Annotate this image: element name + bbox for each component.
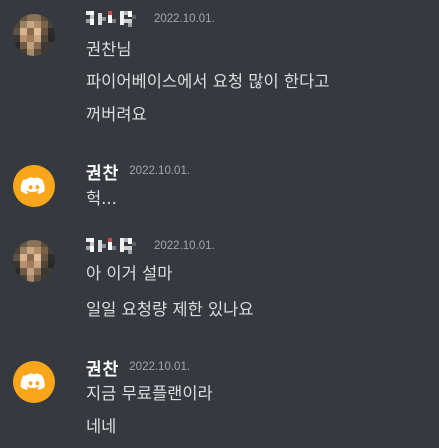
chat-message-list: 2022.10.01. 권찬님 파이어베이스에서 요청 많이 한다고 꺼버려요 … xyxy=(0,0,439,448)
message-text: 권찬님 xyxy=(86,40,132,59)
username-mosaic[interactable] xyxy=(86,9,144,29)
timestamp: 2022.10.01. xyxy=(154,13,215,25)
message-header: 2022.10.01. xyxy=(86,8,215,30)
mosaic-avatar[interactable] xyxy=(13,240,55,282)
discord-logo-avatar[interactable] xyxy=(13,165,55,207)
username-mosaic[interactable] xyxy=(86,236,144,256)
discord-logo-icon xyxy=(20,373,45,390)
message-text: 아 이거 설마 xyxy=(86,264,173,283)
timestamp: 2022.10.01. xyxy=(154,240,215,252)
message-header: 권찬 2022.10.01. xyxy=(86,355,191,380)
discord-logo-avatar[interactable] xyxy=(13,361,55,403)
message-text: 네네 xyxy=(86,417,117,436)
discord-logo-icon xyxy=(20,177,45,194)
message-text: 지금 무료플랜이라 xyxy=(86,384,213,403)
username[interactable]: 권찬 xyxy=(86,355,119,380)
message-text: 꺼버려요 xyxy=(86,105,147,124)
message-text: 헉... xyxy=(86,189,117,208)
username[interactable]: 권찬 xyxy=(86,159,119,184)
mosaic-avatar[interactable] xyxy=(13,14,55,56)
timestamp: 2022.10.01. xyxy=(129,361,191,373)
timestamp: 2022.10.01. xyxy=(129,165,191,177)
message-text: 일일 요청량 제한 있나요 xyxy=(86,300,254,319)
message-header: 2022.10.01. xyxy=(86,235,215,257)
message-header: 권찬 2022.10.01. xyxy=(86,159,191,184)
message-text: 파이어베이스에서 요청 많이 한다고 xyxy=(86,72,330,91)
